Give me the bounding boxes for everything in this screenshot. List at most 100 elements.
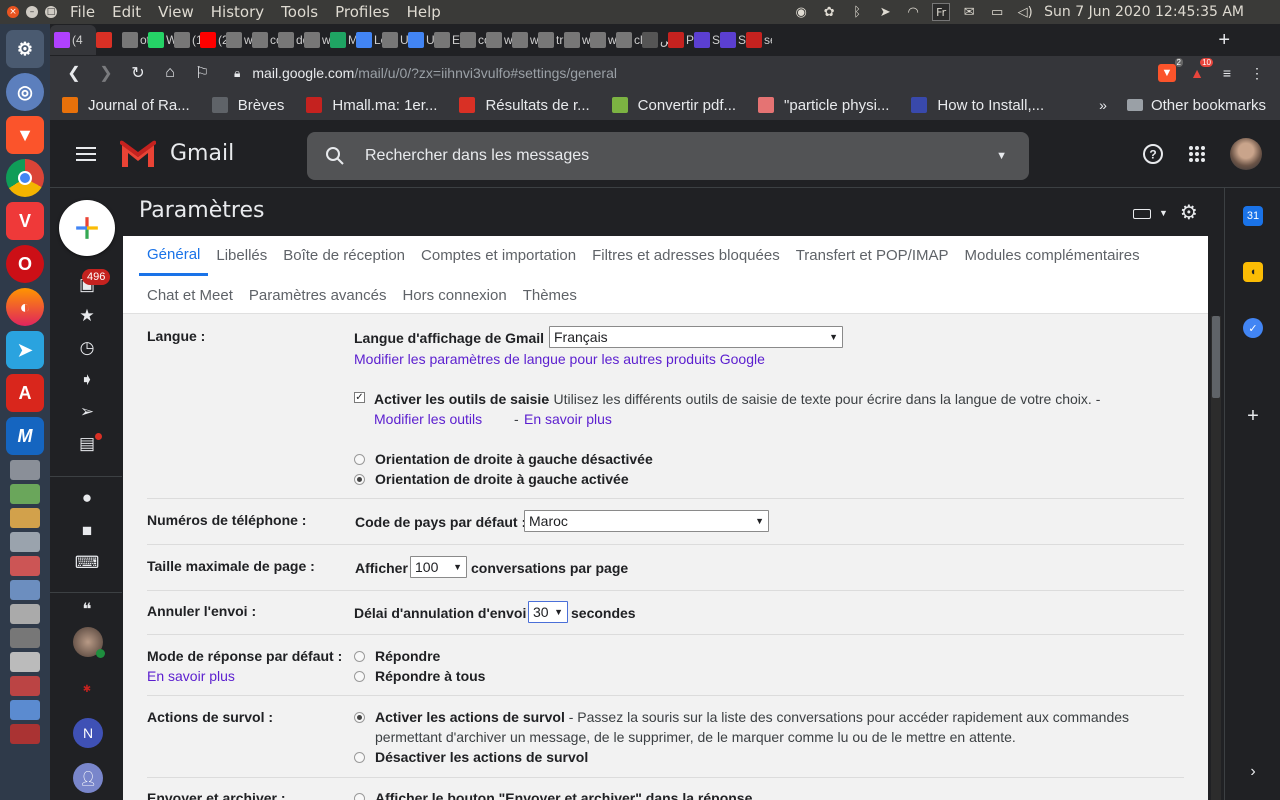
- input-tools-learn-more-link[interactable]: En savoir plus: [524, 411, 612, 427]
- search-input[interactable]: [365, 147, 965, 165]
- undo-delay-select[interactable]: 30 ▼: [528, 601, 568, 623]
- rtl-off-radio[interactable]: [354, 453, 365, 465]
- browser-tab[interactable]: cc: [252, 28, 278, 52]
- hangouts-icon[interactable]: ❝: [76, 599, 98, 621]
- video-meeting-icon[interactable]: ■: [76, 520, 98, 542]
- address-bar[interactable]: 🔒︎ mail.google.com/mail/u/0/?zx=iihnvi3v…: [230, 59, 1130, 87]
- bookmark-item[interactable]: "particle physi...: [758, 97, 889, 114]
- input-tools-keyboard-icon[interactable]: [1133, 208, 1151, 219]
- dock-app-7[interactable]: [10, 604, 40, 624]
- dock-acrobat-icon[interactable]: A: [6, 374, 44, 412]
- settings-scrollbar[interactable]: [1211, 316, 1221, 800]
- keyboard-layout-indicator[interactable]: Fr: [932, 3, 951, 21]
- contact-avatar-default[interactable]: 👤︎: [73, 763, 103, 793]
- bluetooth-icon[interactable]: ᛒ: [848, 4, 866, 20]
- reply-mode-learn-more-link[interactable]: En savoir plus: [147, 668, 235, 684]
- dock-app-10[interactable]: [10, 676, 40, 696]
- bookmark-item[interactable]: Brèves: [211, 97, 284, 114]
- mail-icon[interactable]: ✉: [960, 4, 978, 20]
- browser-tab[interactable]: w: [226, 28, 252, 52]
- send-archive-option[interactable]: Afficher le bouton "Envoyer et archiver"…: [354, 790, 752, 800]
- dock-telegram-icon[interactable]: ➤: [6, 331, 44, 369]
- browser-tab[interactable]: Sc: [720, 28, 746, 52]
- dock-app-9[interactable]: [10, 652, 40, 672]
- dock-app-6[interactable]: [10, 580, 40, 600]
- browser-tab[interactable]: (1: [174, 28, 200, 52]
- dock-firefox-icon[interactable]: ◐: [6, 288, 44, 326]
- search-options-icon[interactable]: ▼: [996, 150, 1007, 162]
- dock-app-5[interactable]: [10, 556, 40, 576]
- browser-tab[interactable]: U: [382, 28, 408, 52]
- rtl-off-option[interactable]: Orientation de droite à gauche désactivé…: [354, 451, 653, 467]
- lock-icon[interactable]: 🔒︎: [234, 66, 240, 81]
- dock-brave-icon[interactable]: ▼: [6, 116, 44, 154]
- volume-icon[interactable]: ◁): [1016, 4, 1034, 20]
- browser-tab[interactable]: W: [148, 28, 174, 52]
- join-meeting-icon[interactable]: ⌨: [75, 552, 100, 574]
- settings-gear-icon[interactable]: ⚙: [1180, 200, 1198, 225]
- hover-enable-radio[interactable]: [354, 711, 365, 723]
- brave-rewards-icon[interactable]: ▲ 10: [1188, 58, 1213, 82]
- other-products-language-link[interactable]: Modifier les paramètres de langue pour l…: [354, 351, 765, 367]
- browser-tab[interactable]: U: [408, 28, 434, 52]
- forward-button[interactable]: ❯: [90, 63, 122, 83]
- bookmarks-overflow-button[interactable]: »: [1099, 97, 1107, 113]
- dock-app-2[interactable]: [10, 484, 40, 504]
- battery-icon[interactable]: ▭: [988, 4, 1006, 20]
- bookmark-item[interactable]: Hmall.ma: 1er...: [306, 97, 437, 114]
- send-archive-radio[interactable]: [354, 792, 365, 800]
- modify-tools-link[interactable]: Modifier les outils: [374, 411, 482, 427]
- contact-avatar-n[interactable]: N: [73, 718, 103, 748]
- hover-disable-radio[interactable]: [354, 751, 365, 763]
- network-monitor-icon[interactable]: ✿: [820, 4, 838, 20]
- keep-icon[interactable]: ◖: [1243, 262, 1263, 282]
- reply-radio[interactable]: [354, 650, 365, 662]
- reply-all-radio[interactable]: [354, 670, 365, 682]
- dock-chrome-icon[interactable]: [6, 159, 44, 197]
- settings-tab[interactable]: Transfert et POP/IMAP: [788, 236, 957, 276]
- browser-tab[interactable]: M: [330, 28, 356, 52]
- reload-button[interactable]: ↻: [122, 63, 154, 83]
- browser-tab[interactable]: ot: [122, 28, 148, 52]
- dock-app-3[interactable]: [10, 508, 40, 528]
- browser-tab[interactable]: w: [590, 28, 616, 52]
- settings-tab[interactable]: Libellés: [208, 236, 275, 276]
- bookmark-button[interactable]: ⚐: [186, 63, 218, 83]
- window-minimize-button[interactable]: –: [26, 6, 38, 18]
- chat-icon[interactable]: ●: [76, 487, 98, 509]
- back-button[interactable]: ❮: [58, 63, 90, 83]
- hover-disable-option[interactable]: Désactiver les actions de survol: [354, 749, 588, 765]
- country-code-select[interactable]: Maroc ▼: [524, 510, 769, 532]
- settings-tab[interactable]: Boîte de réception: [275, 236, 413, 276]
- contact-logo-icon[interactable]: ✱: [76, 678, 98, 700]
- hover-enable-option[interactable]: Activer les actions de survol - Passez l…: [354, 709, 1129, 725]
- add-addon-icon[interactable]: +: [1243, 405, 1263, 427]
- browser-tab[interactable]: tr: [538, 28, 564, 52]
- tasks-icon[interactable]: ✓: [1243, 318, 1263, 338]
- browser-tab[interactable]: (2: [200, 28, 226, 52]
- settings-tab[interactable]: Général: [139, 236, 209, 276]
- sent-icon[interactable]: ➢: [76, 401, 98, 423]
- starred-icon[interactable]: ★: [76, 305, 98, 327]
- menu-profiles[interactable]: Profiles: [335, 3, 389, 21]
- telegram-icon[interactable]: ➤: [876, 4, 894, 20]
- scrollbar-thumb[interactable]: [1212, 316, 1220, 398]
- reply-option[interactable]: Répondre: [354, 648, 440, 664]
- rtl-on-radio[interactable]: [354, 473, 365, 485]
- input-tools-dropdown-icon[interactable]: ▼: [1159, 208, 1168, 218]
- browser-tab[interactable]: dd: [278, 28, 304, 52]
- window-maximize-button[interactable]: □: [45, 6, 57, 18]
- bookmark-item[interactable]: Résultats de r...: [459, 97, 590, 114]
- browser-tab[interactable]: w: [512, 28, 538, 52]
- browser-tab[interactable]: Sc: [694, 28, 720, 52]
- browser-tab[interactable]: Le: [356, 28, 382, 52]
- page-size-select[interactable]: 100 ▼: [410, 556, 467, 578]
- browser-tab[interactable]: se: [746, 28, 772, 52]
- browser-tab[interactable]: w: [564, 28, 590, 52]
- home-button[interactable]: ⌂: [154, 64, 186, 82]
- dock-chromium-icon[interactable]: ◎: [6, 73, 44, 111]
- dock-settings-icon[interactable]: ⚙: [6, 30, 44, 68]
- dock-app-11[interactable]: [10, 700, 40, 720]
- gmail-logo[interactable]: Gmail: [120, 140, 234, 167]
- help-icon[interactable]: ?: [1142, 143, 1164, 165]
